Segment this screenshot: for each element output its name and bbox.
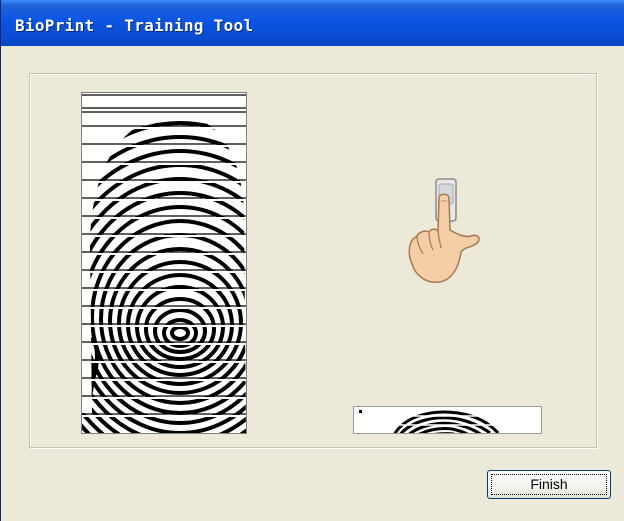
finish-button-label: Finish (530, 476, 568, 492)
hand-pointing-on-sensor-icon (408, 178, 480, 283)
fingerprint-preview-image (354, 410, 541, 433)
finish-button[interactable]: Finish (487, 470, 611, 499)
window-title: BioPrint - Training Tool (15, 16, 254, 35)
fingerprint-preview-panel (353, 406, 542, 434)
fingerprint-scan-image (82, 94, 246, 433)
title-bar[interactable]: BioPrint - Training Tool (1, 0, 624, 46)
app-window: BioPrint - Training Tool Finish (0, 0, 624, 521)
fingerprint-scan-panel (81, 92, 247, 434)
